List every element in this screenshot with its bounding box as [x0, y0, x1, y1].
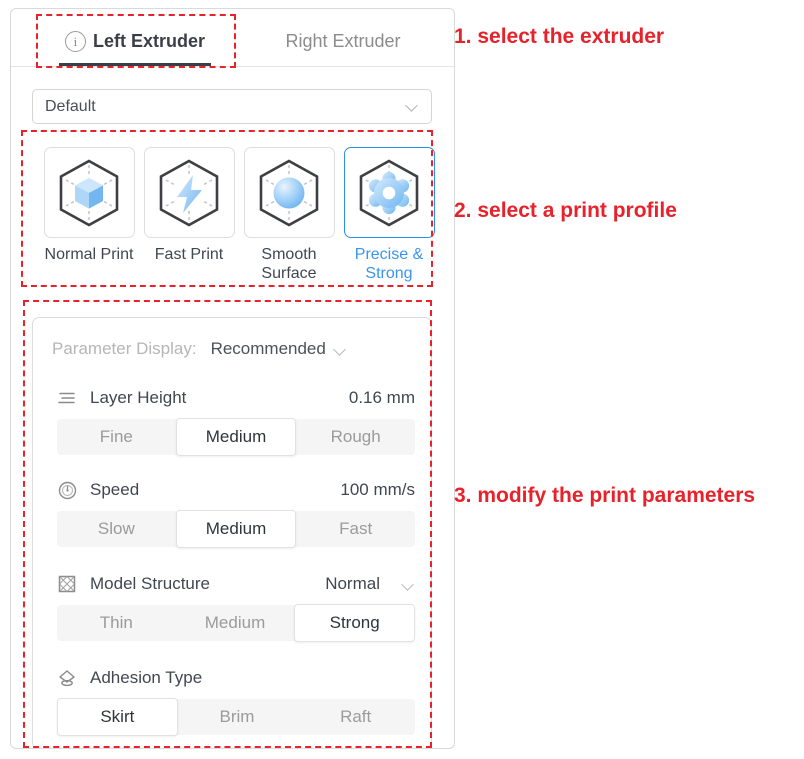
segment-fine[interactable]: Fine: [57, 419, 176, 455]
param-header: Adhesion Type: [57, 666, 415, 690]
segment-brim[interactable]: Brim: [178, 699, 297, 735]
segment-slow[interactable]: Slow: [57, 511, 176, 547]
param-title-speed: Speed: [90, 480, 140, 499]
chevron-down-icon: [406, 100, 419, 113]
parameter-display-label: Parameter Display:: [52, 339, 197, 358]
print-profile-list: Normal Print Fast Print Smooth Surface P…: [39, 147, 439, 283]
segment-rough[interactable]: Rough: [296, 419, 415, 455]
screenshot-root: i Left Extruder Right Extruder Default N…: [0, 0, 804, 759]
annotation-text-3: 3. modify the print parameters: [454, 484, 756, 507]
lightning-icon: [152, 156, 226, 230]
segment-strong[interactable]: Strong: [294, 604, 416, 642]
segment-raft[interactable]: Raft: [296, 699, 415, 735]
profile-label-normal-print: Normal Print: [44, 246, 134, 263]
profile-card-icon-wrap: [343, 147, 435, 238]
segment-medium[interactable]: Medium: [175, 418, 297, 456]
profile-label-fast-print: Fast Print: [154, 246, 224, 263]
profile-select[interactable]: Default: [32, 89, 432, 124]
gear-icon: [352, 156, 426, 230]
profile-label-smooth-surface: Smooth Surface: [261, 246, 317, 282]
segment-thin[interactable]: Thin: [57, 605, 176, 641]
info-icon: i: [64, 31, 86, 52]
layers-icon: [57, 388, 77, 408]
segmented-control-adhesion-type: Skirt Brim Raft: [57, 698, 415, 736]
param-header: Model Structure Normal: [57, 572, 415, 596]
segment-medium[interactable]: Medium: [175, 510, 297, 548]
param-row-model-structure: Model Structure Normal Thin Medium Stron…: [57, 572, 416, 642]
segment-fast[interactable]: Fast: [296, 511, 415, 547]
segment-skirt[interactable]: Skirt: [57, 698, 178, 736]
param-title-adhesion-type: Adhesion Type: [90, 668, 203, 687]
param-header: Speed 100 mm/s: [57, 478, 415, 502]
profile-card-icon-wrap: [243, 147, 335, 238]
tab-left-extruder[interactable]: i Left Extruder: [37, 17, 233, 66]
parameter-display-value[interactable]: Recommended: [211, 339, 326, 359]
parameter-display-row: Parameter Display: Recommended: [52, 339, 347, 359]
extruder-tabbar: i Left Extruder Right Extruder: [11, 9, 454, 67]
param-value-layer-height: 0.16 mm: [348, 388, 415, 407]
segmented-control-layer-height: Fine Medium Rough: [57, 418, 415, 456]
tab-left-extruder-label: Left Extruder: [92, 31, 206, 51]
param-row-layer-height: Layer Height 0.16 mm Fine Medium Rough: [57, 386, 415, 456]
segmented-control-model-structure: Thin Medium Strong: [57, 604, 416, 642]
tab-right-extruder-label: Right Extruder: [285, 31, 401, 51]
profile-select-value: Default: [45, 97, 96, 115]
profile-card-precise-strong[interactable]: Precise & Strong: [339, 147, 439, 283]
profile-label-precise-strong: Precise & Strong: [354, 246, 424, 282]
profile-card-smooth-surface[interactable]: Smooth Surface: [239, 147, 339, 283]
adhesion-icon: [57, 668, 77, 688]
model-structure-dropdown-value: Normal: [325, 574, 380, 593]
segment-medium[interactable]: Medium: [176, 605, 295, 641]
profile-card-icon-wrap: [43, 147, 135, 238]
param-row-adhesion-type: Adhesion Type Skirt Brim Raft: [57, 666, 415, 736]
sphere-icon: [252, 156, 326, 230]
annotation-text-2: 2. select a print profile: [454, 199, 677, 222]
segmented-control-speed: Slow Medium Fast: [57, 510, 415, 548]
annotation-text-1: 1. select the extruder: [454, 25, 665, 48]
model-structure-dropdown[interactable]: Normal: [325, 574, 415, 594]
param-title-layer-height: Layer Height: [90, 388, 187, 407]
profile-card-fast-print[interactable]: Fast Print: [139, 147, 239, 283]
chevron-down-icon[interactable]: [334, 344, 347, 357]
print-settings-panel: i Left Extruder Right Extruder Default N…: [10, 8, 455, 749]
profile-card-normal-print[interactable]: Normal Print: [39, 147, 139, 283]
grid-mesh-icon: [57, 574, 77, 594]
param-value-speed: 100 mm/s: [340, 480, 415, 499]
cube-icon: [52, 156, 126, 230]
parameters-card: Parameter Display: Recommended Layer Hei…: [32, 317, 432, 749]
speedometer-icon: [57, 480, 77, 500]
tab-right-extruder[interactable]: Right Extruder: [254, 17, 432, 66]
param-row-speed: Speed 100 mm/s Slow Medium Fast: [57, 478, 415, 548]
param-header: Layer Height 0.16 mm: [57, 386, 415, 410]
param-title-model-structure: Model Structure: [90, 574, 210, 593]
chevron-down-icon: [402, 579, 415, 592]
profile-card-icon-wrap: [143, 147, 235, 238]
